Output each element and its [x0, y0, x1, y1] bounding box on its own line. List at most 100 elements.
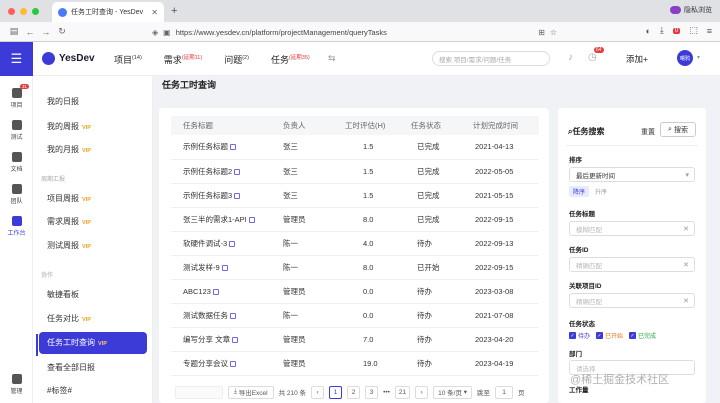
sub-item-tags[interactable]: #标签# [39, 380, 147, 402]
table-row[interactable]: 示例任务标题 张三 1.5 已完成 2021-04-13 [171, 135, 539, 160]
clear-icon[interactable]: ✕ [683, 225, 689, 233]
rail-item-test[interactable]: 测试 [0, 120, 33, 141]
close-tab-icon[interactable]: ✕ [151, 8, 158, 17]
chevron-down-icon[interactable]: ▾ [697, 54, 700, 61]
batch-action-button[interactable] [175, 385, 223, 399]
next-page-icon[interactable]: › [415, 385, 429, 399]
global-search-input[interactable]: 搜索 项目/需求/问题/任务 [432, 51, 550, 66]
cell-title[interactable]: 专题分享会议 [171, 351, 271, 376]
table-row[interactable]: 编写分享 文章 管理员 7.0 待办 2023-04-20 [171, 327, 539, 352]
nav-issue[interactable]: 问题(2) [224, 53, 249, 66]
clear-icon[interactable]: ✕ [683, 297, 689, 305]
sub-item-test-weekly[interactable]: 测试周报 VIP [39, 235, 147, 257]
table-row[interactable]: 示例任务标题2 张三 1.5 已完成 2022-05-05 [171, 159, 539, 184]
rail-item-workbench[interactable]: 工作台 [0, 216, 33, 237]
sub-item-task-hours[interactable]: 任务工时查询 VIP [39, 332, 147, 354]
rail-item-admin[interactable]: 管理 [0, 374, 33, 395]
close-window-button[interactable] [8, 8, 15, 15]
clock-icon[interactable]: ◷ [588, 52, 597, 63]
calendar-icon[interactable] [232, 336, 239, 343]
page-1-button[interactable]: 1 [329, 385, 343, 399]
calendar-icon[interactable] [230, 144, 236, 151]
bell-icon[interactable]: ♪ [568, 52, 573, 63]
logo[interactable]: YesDev [42, 52, 95, 65]
nav-requirement[interactable]: 需求(延期11) [164, 53, 202, 66]
zoom-window-button[interactable] [32, 8, 39, 15]
minimize-window-button[interactable] [20, 8, 27, 15]
status-todo-checkbox[interactable]: ✓ 待办 [569, 331, 590, 340]
sub-item-kanban[interactable]: 敏捷看板 [39, 284, 147, 306]
sub-item-weekly[interactable]: 我的周报 VIP [39, 116, 147, 138]
cell-title[interactable]: 示例任务标题3 [171, 183, 271, 208]
th-hours[interactable]: 工时评估(H) [333, 116, 399, 135]
th-title[interactable]: 任务标题 [171, 116, 271, 135]
export-excel-button[interactable]: ⤓ 导出Excel [228, 385, 274, 399]
task-title-input[interactable]: 模糊匹配 ✕ [569, 221, 695, 236]
page-size-select[interactable]: 10 条/页 ▾ [433, 385, 473, 399]
table-row[interactable]: 软硬件调试-3 陈一 4.0 待办 2022-09-13 [171, 231, 539, 256]
reset-button[interactable]: 重置 [641, 127, 655, 137]
address-bar[interactable]: ◈ ▣ https://www.yesdev.cn/platform/proje… [152, 25, 557, 39]
translate-icon[interactable]: ⊞ [538, 28, 545, 37]
extensions-icon[interactable]: ⬚ [689, 25, 698, 36]
page-3-button[interactable]: 3 [365, 385, 379, 399]
download-icon[interactable]: ⤓ [660, 25, 664, 36]
sub-item-project-weekly[interactable]: 项目周报 VIP [39, 188, 147, 210]
calendar-icon[interactable] [234, 168, 241, 175]
project-id-input[interactable]: 精确匹配 ✕ [569, 293, 695, 308]
table-row[interactable]: 专题分享会议 管理员 19.0 待办 2023-04-19 [171, 351, 539, 376]
table-row[interactable]: 测试数据任务 陈一 0.0 待办 2021-07-08 [171, 303, 539, 328]
cell-title[interactable]: 示例任务标题 [171, 135, 271, 160]
add-button[interactable]: 添加+ [626, 53, 648, 65]
clear-icon[interactable]: ✕ [683, 261, 689, 269]
sort-asc-button[interactable]: 升序 [591, 186, 611, 197]
collapse-icon[interactable]: ⇆ [328, 53, 336, 64]
calendar-icon[interactable] [234, 192, 241, 199]
calendar-icon[interactable] [229, 240, 236, 247]
sub-item-req-weekly[interactable]: 需求周报 VIP [39, 211, 147, 233]
cell-title[interactable]: 编写分享 文章 [171, 327, 271, 352]
page-2-button[interactable]: 2 [347, 385, 361, 399]
calendar-icon[interactable] [221, 264, 228, 271]
calendar-icon[interactable] [230, 360, 236, 367]
ellipsis[interactable]: ••• [383, 389, 390, 396]
extension-icon[interactable]: 0 [672, 27, 681, 34]
status-started-checkbox[interactable]: ✓ 已开始 [596, 331, 623, 340]
page-last-button[interactable]: 21 [394, 385, 411, 399]
nav-project[interactable]: 项目(14) [114, 53, 142, 66]
sub-item-task-compare[interactable]: 任务对比 VIP [39, 308, 147, 330]
cell-title[interactable]: 张三半的需求1-API [171, 207, 271, 232]
rail-item-docs[interactable]: 文档 [0, 152, 33, 173]
url-text[interactable]: https://www.yesdev.cn/platform/projectMa… [176, 28, 533, 37]
status-done-checkbox[interactable]: ✓ 已完成 [629, 331, 656, 340]
sub-item-monthly[interactable]: 我的月报 VIP [39, 139, 147, 161]
browser-tab[interactable]: 任务工时查询 - YesDev ✕ [52, 2, 164, 22]
sort-select[interactable]: 最后更新时间 ▾ [569, 167, 695, 182]
nav-task[interactable]: 任务(延期35) [271, 53, 310, 66]
table-row[interactable]: 示例任务标题3 张三 1.5 已完成 2021-05-15 [171, 183, 539, 208]
calendar-icon[interactable] [212, 288, 219, 295]
forward-icon[interactable]: → [38, 27, 54, 37]
prev-page-icon[interactable]: ‹ [311, 385, 325, 399]
avatar[interactable]: 曙鸦 [677, 50, 693, 66]
cell-title[interactable]: 测试发样-9 [171, 255, 271, 280]
search-button[interactable]: ⌕ 搜索 [660, 122, 696, 137]
cell-title[interactable]: 示例任务标题2 [171, 159, 271, 184]
reload-icon[interactable]: ↻ [54, 26, 70, 37]
sub-item-daily[interactable]: 我的日报 [39, 91, 147, 113]
cell-title[interactable]: 测试数据任务 [171, 303, 271, 328]
task-id-input[interactable]: 精确匹配 ✕ [569, 257, 695, 272]
th-due[interactable]: 计划完成时间 [461, 116, 539, 135]
table-row[interactable]: 张三半的需求1-API 管理员 8.0 已完成 2022-09-15 [171, 207, 539, 232]
menu-toggle-icon[interactable]: ☰ [0, 42, 33, 76]
bookmark-star-icon[interactable]: ☆ [550, 28, 557, 37]
goto-input[interactable]: 1 [495, 385, 514, 399]
sub-item-all-daily[interactable]: 查看全部日报 [39, 357, 147, 379]
sidebar-toggle-icon[interactable]: ▤ [6, 26, 22, 37]
menu-icon[interactable]: ≡ [707, 26, 712, 36]
calendar-icon[interactable] [248, 216, 255, 223]
back-icon[interactable]: ← [22, 27, 38, 37]
new-tab-icon[interactable]: + [171, 5, 177, 17]
th-status[interactable]: 任务状态 [399, 116, 461, 135]
table-row[interactable]: ABC123 管理员 0.0 待办 2023-03-08 [171, 279, 539, 304]
